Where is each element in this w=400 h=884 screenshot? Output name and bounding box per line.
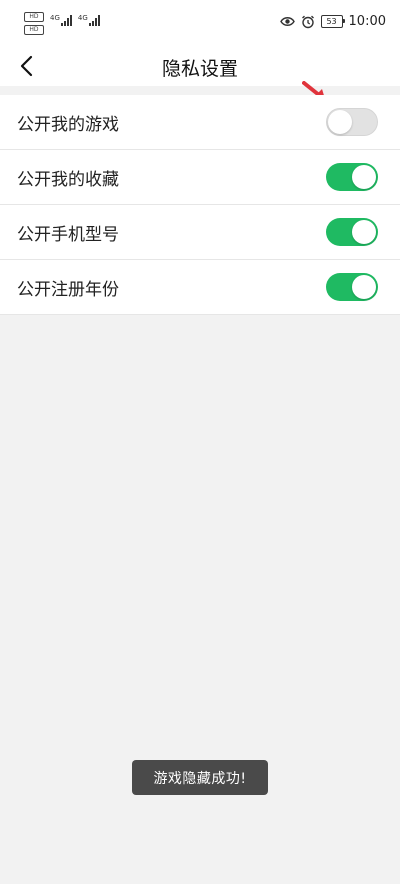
settings-list: 公开我的游戏 公开我的收藏 公开手机型号 公开注册年份 xyxy=(0,95,400,315)
nav-bar: 隐私设置 xyxy=(0,48,400,86)
network-1-type: 4G xyxy=(50,14,60,22)
setting-label-favorites: 公开我的收藏 xyxy=(17,169,119,190)
network-1: 4G xyxy=(50,14,72,26)
status-bar: HD HD 4G 4G 53 10:00 xyxy=(0,0,400,48)
setting-row-phone-model: 公开手机型号 xyxy=(0,205,400,260)
sim2-hd-badge: HD xyxy=(24,25,44,35)
status-right: 53 10:00 xyxy=(279,14,386,29)
signal-group: HD HD 4G 4G xyxy=(24,12,100,35)
setting-label-game: 公开我的游戏 xyxy=(17,114,119,135)
eye-comfort-icon xyxy=(279,16,295,27)
toggle-knob xyxy=(352,165,376,189)
toggle-knob xyxy=(352,275,376,299)
signal-bars-icon xyxy=(60,14,72,26)
setting-row-game: 公开我的游戏 xyxy=(0,95,400,150)
signal-bars-icon xyxy=(88,14,100,26)
page-title: 隐私设置 xyxy=(161,58,238,80)
toast-message: 游戏隐藏成功! xyxy=(132,760,268,795)
sim1-hd-badge: HD xyxy=(24,12,44,22)
toggle-public-games[interactable] xyxy=(326,108,378,136)
setting-row-favorites: 公开我的收藏 xyxy=(0,150,400,205)
toggle-public-phone-model[interactable] xyxy=(326,218,378,246)
setting-label-register-year: 公开注册年份 xyxy=(17,279,119,300)
toggle-public-favorites[interactable] xyxy=(326,163,378,191)
toggle-public-register-year[interactable] xyxy=(326,273,378,301)
toggle-knob xyxy=(352,220,376,244)
battery-icon: 53 xyxy=(320,15,346,28)
setting-label-phone-model: 公开手机型号 xyxy=(17,224,119,245)
alarm-icon xyxy=(301,15,315,29)
clock: 10:00 xyxy=(348,14,386,29)
sim-badges: HD HD xyxy=(24,12,44,35)
network-2: 4G xyxy=(78,14,100,26)
setting-row-register-year: 公开注册年份 xyxy=(0,260,400,315)
toggle-knob xyxy=(328,110,352,134)
network-2-type: 4G xyxy=(77,14,88,22)
